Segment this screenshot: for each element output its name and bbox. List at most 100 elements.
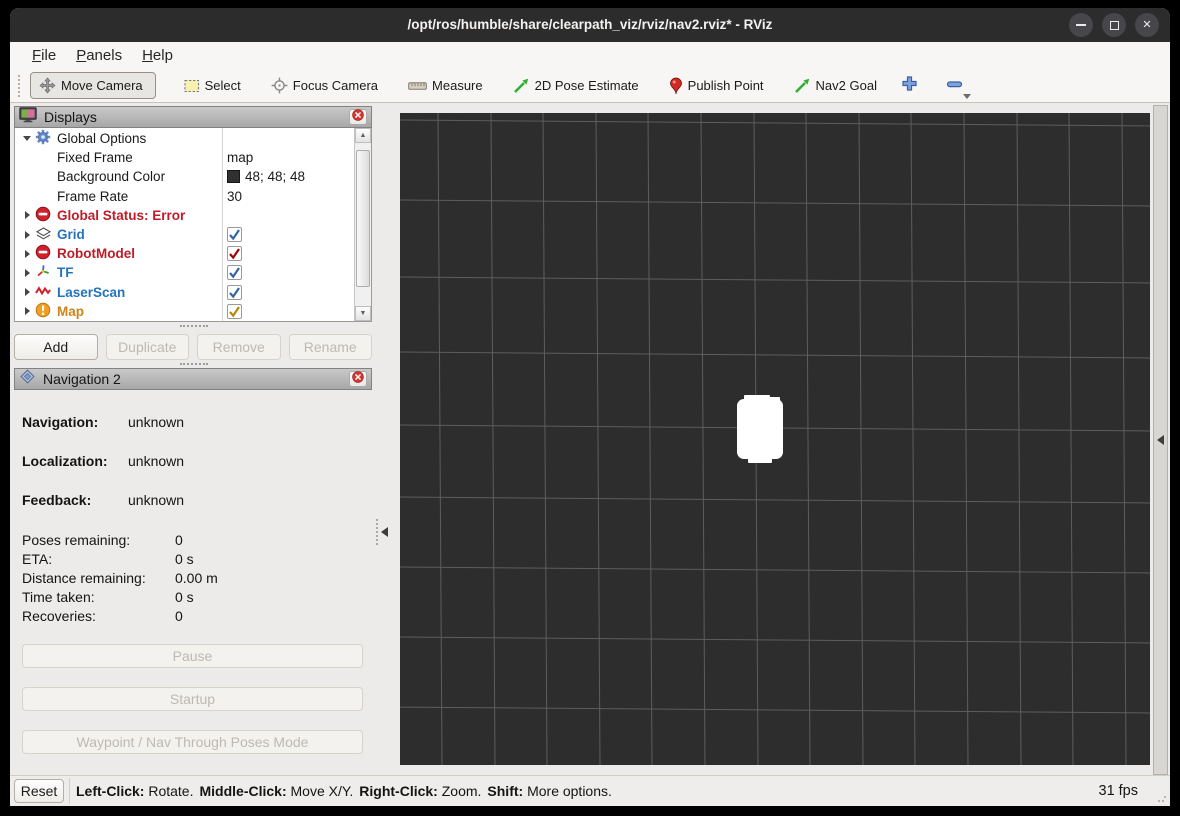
tool-label: 2D Pose Estimate <box>535 78 639 93</box>
nav-metric-value: 0 <box>175 532 183 548</box>
chevron-right-icon <box>25 231 30 239</box>
nav2-close-button[interactable] <box>349 371 367 387</box>
minimize-icon <box>1076 24 1086 26</box>
display-label: Map <box>57 304 84 319</box>
mouse-hint: Shift: More options. <box>487 783 611 799</box>
tool-label: Focus Camera <box>293 78 378 93</box>
error-icon <box>35 206 51 225</box>
tool-label: Move Camera <box>61 78 143 93</box>
expand-arrow[interactable] <box>19 269 35 277</box>
main-content: Displays Global OptionsFixed FramemapBac… <box>10 103 1170 775</box>
tool-2d-pose-estimate[interactable]: 2D Pose Estimate <box>507 73 645 98</box>
property-value[interactable] <box>227 246 242 261</box>
property-value[interactable]: 30 <box>227 189 242 204</box>
menu-file[interactable]: File <box>22 45 66 66</box>
left-splitter-collapse[interactable] <box>376 519 388 545</box>
property-value[interactable]: 48; 48; 48 <box>227 169 305 184</box>
splitter-dots <box>376 519 378 545</box>
tool-focus-camera[interactable]: Focus Camera <box>265 73 384 98</box>
splitter-handle[interactable] <box>180 363 208 365</box>
tf-axes-icon <box>35 263 51 282</box>
nav-metric-label: Poses remaining: <box>22 532 130 548</box>
mouse-hint: Middle-Click: Move X/Y. <box>199 783 353 799</box>
display-row-laserscan[interactable]: LaserScan <box>15 283 355 302</box>
scroll-thumb[interactable] <box>356 150 370 287</box>
nav-metric-row: ETA: <box>22 551 52 567</box>
remove-tool-button[interactable] <box>946 77 963 95</box>
resize-grip[interactable] <box>1157 793 1167 803</box>
expand-arrow[interactable] <box>19 307 35 315</box>
display-row-grid[interactable]: Grid <box>15 225 355 244</box>
pause-button: Pause <box>22 644 363 668</box>
expand-arrow[interactable] <box>19 211 35 219</box>
display-label: Grid <box>57 227 85 242</box>
expand-arrow[interactable] <box>19 136 35 141</box>
splitter-handle[interactable] <box>180 325 208 327</box>
visibility-checkbox[interactable] <box>227 246 242 261</box>
display-label: RobotModel <box>57 246 135 261</box>
display-row-robotmodel[interactable]: RobotModel <box>15 244 355 263</box>
add-tool-button[interactable] <box>901 75 918 97</box>
tf-axes-cell <box>35 263 57 282</box>
minimize-button[interactable] <box>1069 13 1093 37</box>
expand-arrow[interactable] <box>19 231 35 239</box>
fps-counter: 31 fps <box>1099 776 1139 806</box>
reset-button[interactable]: Reset <box>14 779 64 803</box>
scroll-down-button[interactable]: ▼ <box>355 306 371 321</box>
nav-status-label: Navigation: <box>22 414 98 430</box>
displays-monitor-icon <box>19 107 37 128</box>
remove-button: Remove <box>197 334 281 360</box>
close-button[interactable]: ✕ <box>1135 13 1159 37</box>
expand-arrow[interactable] <box>19 250 35 258</box>
remove-tool-icon <box>946 77 963 95</box>
laser-scan-icon <box>35 283 51 302</box>
nav-status-value: unknown <box>128 414 184 430</box>
select-icon <box>184 79 200 93</box>
visibility-checkbox[interactable] <box>227 304 242 319</box>
tool-publish-point[interactable]: Publish Point <box>663 73 770 99</box>
tool-label: Measure <box>432 78 483 93</box>
property-value[interactable] <box>227 304 242 319</box>
visibility-checkbox[interactable] <box>227 227 242 242</box>
status-bar: Reset Left-Click: Rotate.Middle-Click: M… <box>10 775 1170 806</box>
render-view-3d[interactable] <box>400 113 1150 765</box>
add-button[interactable]: Add <box>14 334 98 360</box>
property-value[interactable] <box>227 285 242 300</box>
scroll-up-button[interactable]: ▲ <box>355 128 371 143</box>
tool-select[interactable]: Select <box>178 74 247 97</box>
toolbar-drag-handle[interactable] <box>18 75 22 97</box>
mouse-hint: Right-Click: Zoom. <box>359 783 481 799</box>
visibility-checkbox[interactable] <box>227 285 242 300</box>
dropdown-caret-icon[interactable] <box>963 94 971 99</box>
menu-help[interactable]: Help <box>132 45 183 66</box>
display-row-global-status-error[interactable]: Global Status: Error <box>15 206 355 225</box>
title-bar[interactable]: /opt/ros/humble/share/clearpath_viz/rviz… <box>10 8 1170 42</box>
tool-measure[interactable]: Measure <box>402 74 489 97</box>
chevron-right-icon <box>25 269 30 277</box>
visibility-checkbox[interactable] <box>227 265 242 280</box>
property-value[interactable]: map <box>227 150 253 165</box>
display-row-global-options[interactable]: Global Options <box>15 129 355 148</box>
maximize-button[interactable] <box>1102 13 1126 37</box>
display-row-map[interactable]: Map <box>15 302 355 321</box>
displays-close-button[interactable] <box>349 109 367 125</box>
property-value[interactable] <box>227 227 242 242</box>
hint-desc: More options. <box>527 783 612 799</box>
display-row-frame-rate[interactable]: Frame Rate30 <box>15 187 355 206</box>
displays-panel-header[interactable]: Displays <box>14 106 372 128</box>
tool-nav2-goal[interactable]: Nav2 Goal <box>788 73 883 98</box>
nav-status-label: Feedback: <box>22 492 91 508</box>
tool-move-camera[interactable]: Move Camera <box>30 72 156 99</box>
display-row-background-color[interactable]: Background Color48; 48; 48 <box>15 167 355 186</box>
right-panel-collapsed-splitter[interactable] <box>1153 105 1168 775</box>
display-row-fixed-frame[interactable]: Fixed Framemap <box>15 148 355 167</box>
property-value[interactable] <box>227 265 242 280</box>
nav2-panel-header[interactable]: Navigation 2 <box>14 368 372 390</box>
displays-scrollbar[interactable]: ▲ ▼ <box>354 128 371 321</box>
menu-panels[interactable]: Panels <box>66 45 132 66</box>
hint-desc: Rotate. <box>148 783 193 799</box>
chevron-right-icon <box>25 307 30 315</box>
expand-arrow[interactable] <box>19 288 35 296</box>
display-row-tf[interactable]: TF <box>15 263 355 282</box>
measure-icon <box>408 80 427 92</box>
